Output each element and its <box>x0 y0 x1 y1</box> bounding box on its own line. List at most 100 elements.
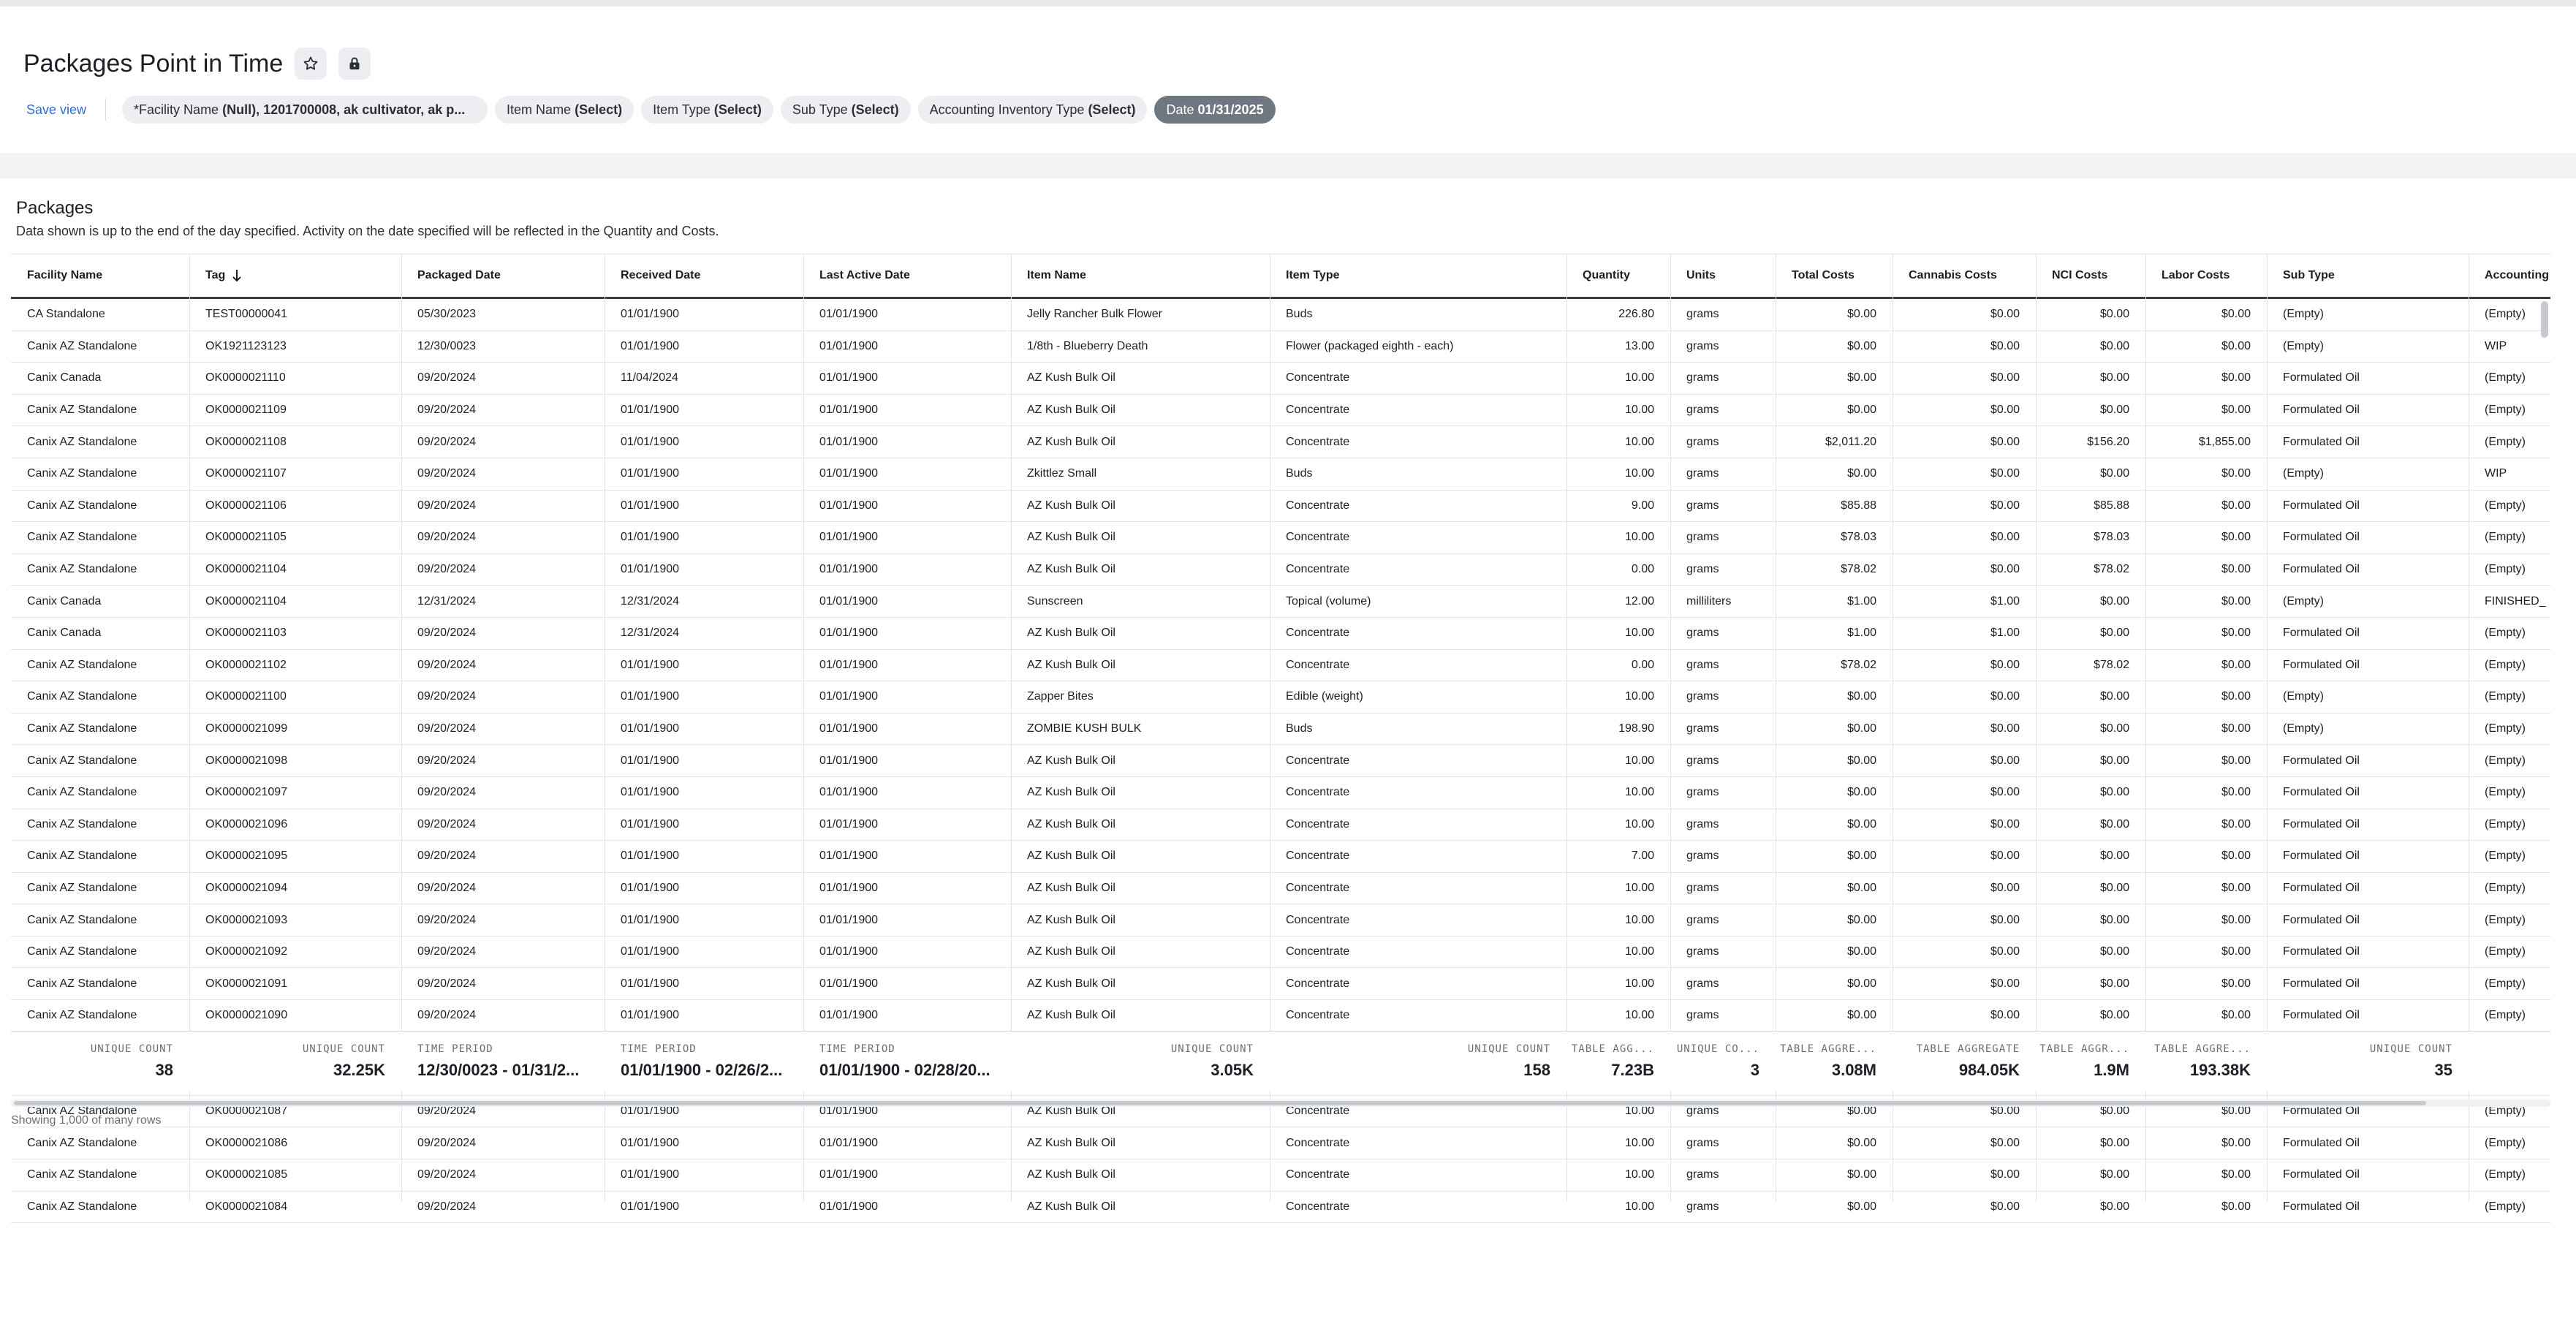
table-cell: $0.00 <box>2099 1009 2129 1022</box>
table-row[interactable]: Canix AZ Standalone OK0000021093 09/20/202… <box>11 904 2550 936</box>
table-row[interactable]: Canix AZ Standalone OK0000021100 09/20/202… <box>11 681 2550 714</box>
table-cell: grams <box>1686 754 1719 767</box>
filter-chip-item-name[interactable]: Item Name (Select) <box>495 96 634 124</box>
column-header[interactable]: Sub Type <box>2267 254 2469 297</box>
table-cell: Concentrate <box>1286 658 1350 671</box>
table-row[interactable]: Canix AZ Standalone OK0000021097 09/20/202… <box>11 777 2550 809</box>
column-header[interactable]: Accounting <box>2469 254 2550 297</box>
table-cell: 09/20/2024 <box>417 849 477 863</box>
horizontal-scrollbar[interactable] <box>11 1100 2550 1107</box>
filter-value: (Select) <box>851 102 899 117</box>
table-cell: $0.00 <box>1846 371 1876 385</box>
table-row[interactable]: Canix Canada OK0000021103 09/20/2024 12/31/… <box>11 618 2550 650</box>
table-cell: Canix AZ Standalone <box>27 404 137 417</box>
column-header[interactable]: Item Name <box>1011 254 1270 297</box>
filter-chip-facility-name[interactable]: *Facility Name (Null), 1201700008, ak cul… <box>122 96 488 124</box>
table-cell: 01/01/1900 <box>819 435 879 448</box>
column-header[interactable]: Units <box>1670 254 1776 297</box>
table-cell: $0.00 <box>1990 658 2020 671</box>
vertical-scrollbar[interactable] <box>2541 301 2548 338</box>
table-row[interactable]: Canix AZ Standalone OK0000021096 09/20/202… <box>11 809 2550 841</box>
table-cell: grams <box>1686 945 1719 958</box>
table-row[interactable]: Canix AZ Standalone OK0000021109 09/20/202… <box>11 395 2550 427</box>
table-row[interactable]: Canix AZ Standalone OK0000021098 09/20/202… <box>11 745 2550 777</box>
table-row[interactable]: Canix AZ Standalone OK0000021105 09/20/202… <box>11 522 2550 554</box>
table-cell: $0.00 <box>1846 690 1876 703</box>
column-header[interactable]: Packaged Date <box>401 254 605 297</box>
table-cell: Formulated Oil <box>2283 404 2360 417</box>
column-header[interactable]: Item Type <box>1270 254 1567 297</box>
filter-chip-accounting-inventory-type[interactable]: Accounting Inventory Type (Select) <box>917 96 1148 124</box>
table-row[interactable]: Canix AZ Standalone OK0000021108 09/20/202… <box>11 426 2550 458</box>
save-view-link[interactable]: Save view <box>26 102 86 118</box>
table-row[interactable]: Canix AZ Standalone OK0000021104 09/20/202… <box>11 554 2550 586</box>
filter-chip-item-type[interactable]: Item Type (Select) <box>641 96 773 124</box>
table-cell: $0.00 <box>1846 722 1876 735</box>
table-cell: 09/20/2024 <box>417 1009 477 1022</box>
table-row[interactable]: Canix AZ Standalone OK0000021086 09/20/202… <box>11 1127 2550 1160</box>
filter-value: (Select) <box>713 102 762 117</box>
table-cell: 10.00 <box>1624 467 1654 480</box>
table-cell: $0.00 <box>1990 531 2020 544</box>
table-cell: $156.20 <box>2087 435 2129 448</box>
table-cell: (Empty) <box>2485 1200 2526 1213</box>
table-row[interactable]: Canix AZ Standalone OK0000021094 09/20/202… <box>11 873 2550 905</box>
table-row[interactable]: Canix AZ Standalone OK0000021107 09/20/202… <box>11 458 2550 491</box>
column-header[interactable]: Quantity <box>1567 254 1670 297</box>
table-cell: Canix AZ Standalone <box>27 786 137 799</box>
table-row[interactable]: Canix AZ Standalone OK0000021099 09/20/202… <box>11 714 2550 746</box>
table-cell: 10.00 <box>1624 817 1654 830</box>
table-row[interactable]: Canix AZ Standalone OK0000021095 09/20/202… <box>11 841 2550 873</box>
column-header[interactable]: Last Active Date <box>803 254 1011 297</box>
table-cell: $0.00 <box>2221 754 2251 767</box>
table-row[interactable]: Canix AZ Standalone OK0000021102 09/20/202… <box>11 650 2550 682</box>
column-header[interactable]: Labor Costs <box>2145 254 2267 297</box>
table-cell: grams <box>1686 817 1719 830</box>
table-row[interactable]: Canix Canada OK0000021104 12/31/2024 12/31/… <box>11 586 2550 618</box>
table-cell: $0.00 <box>2099 786 2129 799</box>
table-cell: (Empty) <box>2485 722 2526 735</box>
table-cell: $1.00 <box>1846 594 1876 608</box>
table-cell: Jelly Rancher Bulk Flower <box>1027 308 1162 321</box>
table-cell: (Empty) <box>2485 658 2526 671</box>
table-cell: (Empty) <box>2485 690 2526 703</box>
lock-button[interactable] <box>338 48 371 80</box>
table-row[interactable]: Canix AZ Standalone OK0000021106 09/20/202… <box>11 491 2550 523</box>
table-row[interactable]: CA Standalone TEST00000041 05/30/2023 01/01… <box>11 299 2550 331</box>
column-header[interactable]: Tag <box>189 254 401 297</box>
table-row[interactable]: Canix AZ Standalone OK0000021085 09/20/202… <box>11 1159 2550 1192</box>
arrow-down-icon[interactable] <box>231 268 243 283</box>
table-cell: Zapper Bites <box>1027 690 1094 703</box>
filter-chip-sub-type[interactable]: Sub Type (Select) <box>780 96 911 124</box>
table-cell: AZ Kush Bulk Oil <box>1027 531 1115 544</box>
table-cell: Formulated Oil <box>2283 786 2360 799</box>
column-header[interactable]: Facility Name <box>11 254 189 297</box>
table-cell: AZ Kush Bulk Oil <box>1027 371 1115 385</box>
table-cell: $78.02 <box>2094 658 2129 671</box>
table-cell: (Empty) <box>2485 786 2526 799</box>
filter-chip-date[interactable]: Date 01/31/2025 <box>1154 96 1276 124</box>
column-header[interactable]: NCI Costs <box>2036 254 2145 297</box>
table-row[interactable]: Canix AZ Standalone OK1921123123 12/30/002… <box>11 331 2550 363</box>
table-cell: TEST00000041 <box>205 308 288 321</box>
column-header[interactable]: Received Date <box>605 254 803 297</box>
table-cell: Formulated Oil <box>2283 531 2360 544</box>
favorite-button[interactable] <box>295 48 327 80</box>
horizontal-scroll-thumb[interactable] <box>14 1101 2426 1105</box>
column-header[interactable]: Total Costs <box>1776 254 1893 297</box>
table-cell: Formulated Oil <box>2283 977 2360 990</box>
table-cell: Canix AZ Standalone <box>27 1136 137 1149</box>
table-row[interactable]: Canix Canada OK0000021110 09/20/2024 11/04/… <box>11 363 2550 395</box>
table-row[interactable]: Canix AZ Standalone OK0000021091 09/20/202… <box>11 968 2550 1001</box>
table-cell: OK0000021105 <box>205 531 287 544</box>
table-row[interactable]: Canix AZ Standalone OK0000021092 09/20/202… <box>11 936 2550 969</box>
aggregate-value: 01/01/1900 - 02/26/2... <box>621 1061 783 1079</box>
table-cell: 01/01/1900 <box>819 339 879 352</box>
table-row[interactable]: Canix AZ Standalone OK0000021084 09/20/202… <box>11 1192 2550 1224</box>
table-row[interactable]: Canix AZ Standalone OK0000021090 09/20/202… <box>11 1000 2550 1032</box>
column-header[interactable]: Cannabis Costs <box>1893 254 2036 297</box>
table-cell: $0.00 <box>2099 945 2129 958</box>
table-cell: milliliters <box>1686 594 1732 608</box>
table-cell: 10.00 <box>1624 945 1654 958</box>
column-header-label: Total Costs <box>1792 269 1855 281</box>
